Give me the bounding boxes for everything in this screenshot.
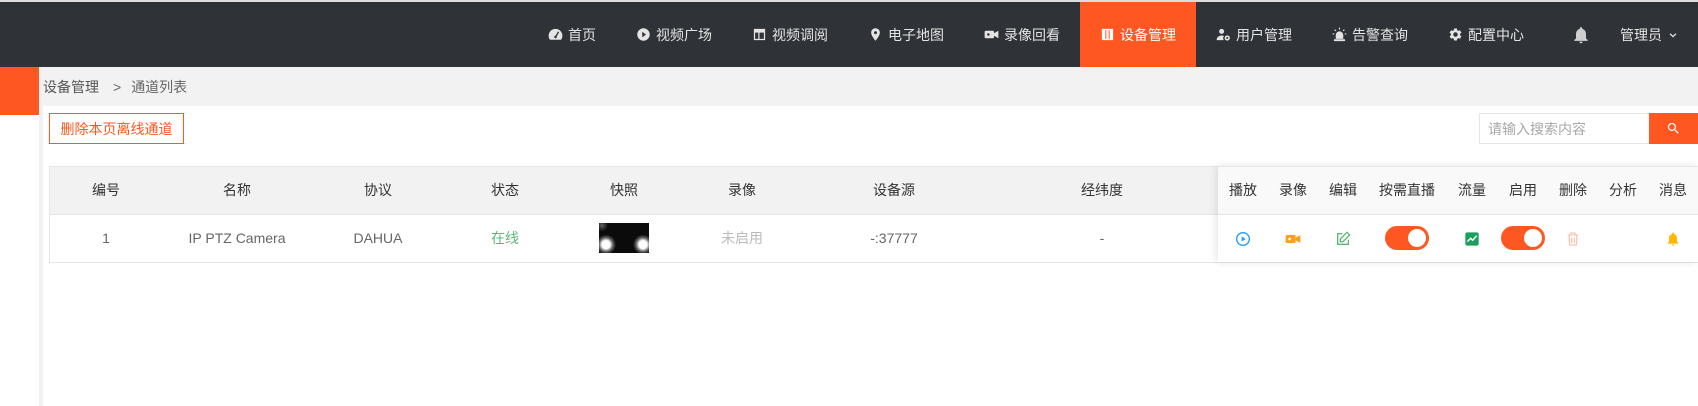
column-header-enable: 启用: [1498, 167, 1548, 215]
cell-record: [1268, 214, 1318, 263]
column-header-location: 经纬度: [986, 167, 1218, 215]
layout-icon: [753, 28, 766, 41]
nav-item-label: 录像回看: [1004, 26, 1060, 43]
column-header-on-demand-live: 按需直播: [1368, 167, 1446, 215]
cell-id: 1: [50, 214, 162, 263]
nav-item-playback[interactable]: 录像回看: [964, 2, 1080, 67]
column-header-delete: 删除: [1548, 167, 1598, 215]
search-button[interactable]: [1649, 113, 1698, 144]
cell-source: -:37777: [802, 214, 986, 263]
gear-icon: [1449, 28, 1462, 41]
bell-icon[interactable]: [1665, 231, 1681, 247]
nav-item-label: 用户管理: [1236, 26, 1292, 43]
search-icon: [1667, 122, 1679, 134]
delete-offline-channels-button[interactable]: 删除本页离线通道: [49, 113, 184, 144]
nav-item-home[interactable]: 首页: [528, 2, 616, 67]
sidebar-active-item[interactable]: [0, 67, 39, 115]
nav-item-device-management[interactable]: 设备管理: [1080, 2, 1196, 67]
user-menu[interactable]: 管理员: [1618, 2, 1698, 67]
cell-on-demand-live: [1368, 214, 1446, 263]
breadcrumb-item-device-management[interactable]: 设备管理: [43, 77, 99, 97]
sidebar: [0, 67, 39, 406]
cell-name: IP PTZ Camera: [162, 214, 312, 263]
search-input[interactable]: [1479, 113, 1649, 144]
nav-item-label: 视频广场: [656, 26, 712, 43]
cell-recording: 未启用: [682, 214, 802, 263]
column-header-message: 消息: [1648, 167, 1698, 215]
chevron-down-icon: [1669, 32, 1677, 38]
enable-toggle[interactable]: [1501, 226, 1545, 250]
cell-delete: [1548, 214, 1598, 263]
cell-play: [1218, 214, 1268, 263]
video-camera-icon[interactable]: [1285, 231, 1301, 247]
column-header-play: 播放: [1218, 167, 1268, 215]
alarm-icon: [1332, 27, 1347, 42]
notifications-button[interactable]: [1544, 2, 1618, 67]
on-demand-live-toggle[interactable]: [1385, 226, 1429, 250]
channel-table: 编号 名称 协议 状态 快照 录像 设备源 经纬度 播放 录像 编辑 按需直播 …: [49, 166, 1698, 263]
nav-item-e-map[interactable]: 电子地图: [848, 2, 964, 67]
breadcrumb: 设备管理 > 通道列表: [43, 67, 187, 106]
cell-status: 在线: [444, 214, 566, 263]
column-header-recording: 录像: [682, 167, 802, 215]
column-header-source: 设备源: [802, 167, 986, 215]
cell-flow: [1446, 214, 1498, 263]
video-camera-icon: [984, 30, 999, 39]
edit-icon[interactable]: [1335, 231, 1351, 247]
column-header-id: 编号: [50, 167, 162, 215]
user-settings-icon: [1216, 28, 1230, 41]
trash-icon: [1567, 231, 1579, 246]
nav-item-config-center[interactable]: 配置中心: [1428, 2, 1544, 67]
cell-snapshot: [566, 214, 682, 263]
column-header-analysis: 分析: [1598, 167, 1648, 215]
cell-protocol: DAHUA: [312, 214, 444, 263]
nav-item-user-management[interactable]: 用户管理: [1196, 2, 1312, 67]
dashboard-icon: [548, 28, 563, 40]
top-navigation: 首页 视频广场 视频调阅 电子地图 录像回看 设备管理 用户管理 告警查询 配置…: [0, 2, 1698, 67]
cell-edit: [1318, 214, 1368, 263]
nav-item-label: 电子地图: [888, 26, 944, 43]
column-header-record: 录像: [1268, 167, 1318, 215]
play-circle-icon: [637, 28, 650, 41]
nav-item-label: 视频调阅: [772, 26, 828, 43]
cell-message: [1648, 214, 1698, 263]
cell-enable: [1498, 214, 1548, 263]
device-columns-icon: [1101, 28, 1114, 41]
toggle-knob: [1524, 229, 1542, 247]
breadcrumb-item-channel-list: 通道列表: [131, 78, 188, 95]
nav-item-label: 配置中心: [1468, 26, 1524, 43]
column-header-status: 状态: [444, 167, 566, 215]
breadcrumb-separator: >: [113, 78, 122, 95]
column-header-name: 名称: [162, 167, 312, 215]
nav-item-label: 告警查询: [1352, 26, 1408, 43]
toggle-knob: [1408, 229, 1426, 247]
main-content: 删除本页离线通道 编号 名称 协议 状态 快照 录像 设备源: [43, 106, 1698, 406]
column-header-protocol: 协议: [312, 167, 444, 215]
bell-icon: [1574, 26, 1588, 43]
column-header-flow: 流量: [1446, 167, 1498, 215]
nav-item-video-square[interactable]: 视频广场: [616, 2, 732, 67]
cell-analysis: [1598, 214, 1648, 263]
play-circle-icon[interactable]: [1235, 231, 1251, 247]
user-name: 管理员: [1620, 26, 1662, 43]
column-header-edit: 编辑: [1318, 167, 1368, 215]
nav-item-video-review[interactable]: 视频调阅: [732, 2, 848, 67]
cell-location: -: [986, 214, 1218, 263]
nav-item-alarm-query[interactable]: 告警查询: [1312, 2, 1428, 67]
nav-item-label: 设备管理: [1120, 26, 1176, 43]
column-header-snapshot: 快照: [566, 167, 682, 215]
flow-chart-icon[interactable]: [1464, 231, 1480, 247]
nav-item-label: 首页: [568, 26, 596, 43]
snapshot-thumbnail[interactable]: [599, 223, 649, 253]
map-pin-icon: [871, 28, 880, 41]
table-header-row: 编号 名称 协议 状态 快照 录像 设备源 经纬度 播放 录像 编辑 按需直播 …: [50, 167, 1698, 215]
table-row: 1 IP PTZ Camera DAHUA 在线 未启用 -:37777 -: [50, 214, 1698, 263]
